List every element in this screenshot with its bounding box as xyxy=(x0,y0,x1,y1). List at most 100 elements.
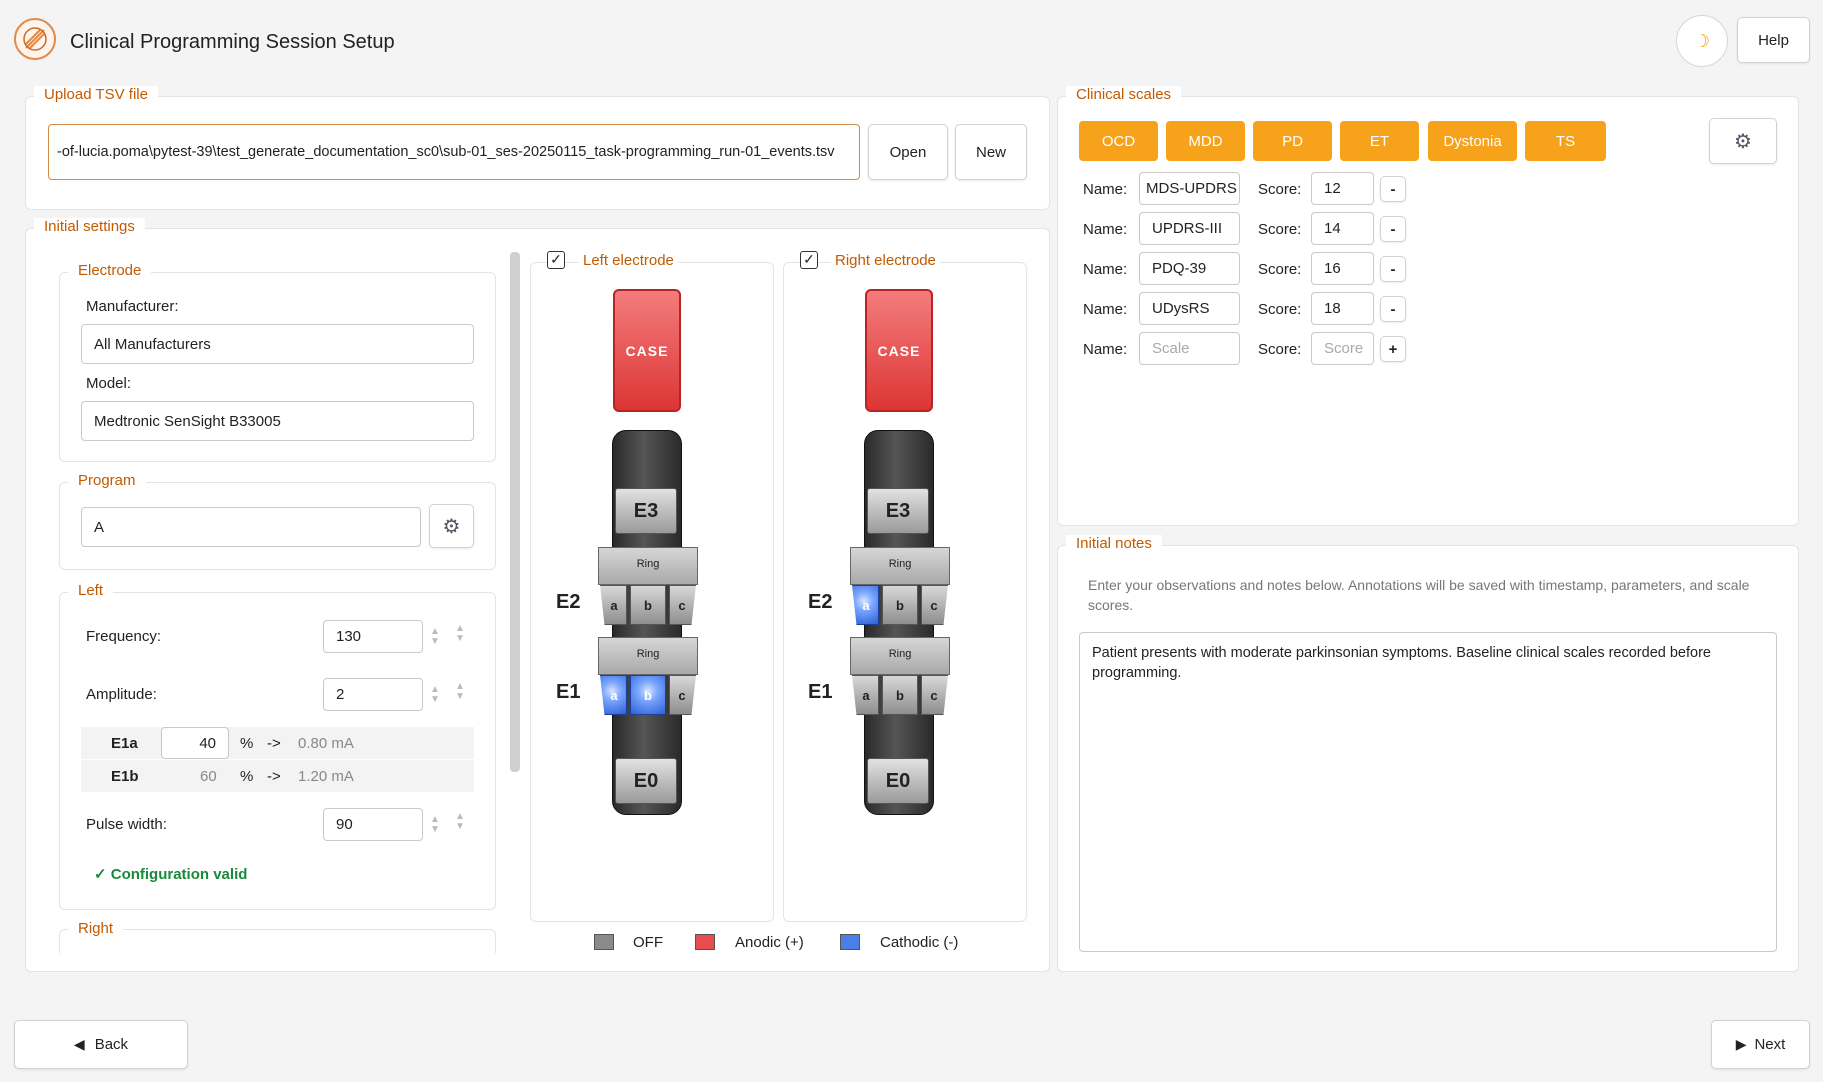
amplitude-label: Amplitude: xyxy=(86,686,157,703)
file-path-input[interactable]: -of-lucia.poma\pytest-39\test_generate_d… xyxy=(48,124,860,180)
scale-score-input[interactable]: 16 xyxy=(1311,252,1374,285)
amplitude-input[interactable]: 2 xyxy=(323,678,423,711)
add-scale-button[interactable]: + xyxy=(1380,336,1406,362)
scale-name-label: Name: xyxy=(1083,181,1128,198)
program-group-title: Program xyxy=(68,472,146,489)
notes-textarea[interactable]: Patient presents with moderate parkinson… xyxy=(1079,632,1777,952)
legend-anodic-swatch xyxy=(695,934,715,950)
right-contact-e3[interactable]: E3 xyxy=(867,488,929,534)
scale-score-input[interactable]: 14 xyxy=(1311,212,1374,245)
right-case-button[interactable]: CASE xyxy=(865,289,933,412)
scale-button-dystonia[interactable]: Dystonia xyxy=(1428,121,1517,161)
program-input[interactable]: A xyxy=(81,507,421,547)
scale-button-ocd[interactable]: OCD xyxy=(1079,121,1158,161)
scale-score-label: Score: xyxy=(1258,341,1302,358)
scale-score-label: Score: xyxy=(1258,221,1302,238)
frequency-input[interactable]: 130 xyxy=(323,620,423,653)
right-electrode-label: Right electrode xyxy=(831,252,940,269)
right-electrode-checkbox[interactable]: ✓ xyxy=(800,251,818,269)
back-button[interactable]: ◀ Back xyxy=(14,1020,188,1069)
legend-off-swatch xyxy=(594,934,614,950)
upload-section-title: Upload TSV file xyxy=(34,86,158,103)
new-scale-name-input[interactable]: Scale xyxy=(1139,332,1240,365)
scale-name-label: Name: xyxy=(1083,301,1128,318)
right-group-title: Right xyxy=(68,920,124,937)
back-label: Back xyxy=(94,1036,129,1053)
settings-scrollbar[interactable] xyxy=(510,252,520,772)
left-contact-e0[interactable]: E0 xyxy=(615,758,677,804)
amplitude-stepper[interactable]: ▲ ▼ xyxy=(430,685,440,705)
left-e2-b[interactable]: b xyxy=(630,585,666,625)
remove-scale-button[interactable]: - xyxy=(1380,296,1406,322)
electrode-group-title: Electrode xyxy=(68,262,152,279)
help-button[interactable]: Help xyxy=(1737,17,1810,63)
gear-icon: ⚙ xyxy=(1734,130,1752,153)
model-label: Model: xyxy=(86,375,132,392)
left-e1-label: E1 xyxy=(556,681,581,703)
left-e2-label: E2 xyxy=(556,591,581,613)
scale-name-input[interactable]: PDQ-39 xyxy=(1139,252,1240,285)
frequency-big-stepper[interactable]: ▲ ▼ xyxy=(455,624,465,644)
legend-cathodic-swatch xyxy=(840,934,860,950)
scale-score-label: Score: xyxy=(1258,181,1302,198)
scale-name-input[interactable]: MDS-UPDRS xyxy=(1139,172,1240,205)
left-electrode-checkbox[interactable]: ✓ xyxy=(547,251,565,269)
frequency-label: Frequency: xyxy=(86,628,162,645)
remove-scale-button[interactable]: - xyxy=(1380,256,1406,282)
scale-name-label: Name: xyxy=(1083,341,1128,358)
configuration-status: ✓ Configuration valid xyxy=(94,866,248,883)
remove-scale-button[interactable]: - xyxy=(1380,216,1406,242)
arrow-left-icon: ◀ xyxy=(73,1036,85,1052)
pulse-width-input[interactable]: 90 xyxy=(323,808,423,841)
scales-settings-button[interactable]: ⚙ xyxy=(1709,118,1777,164)
right-e2-b[interactable]: b xyxy=(882,585,918,625)
new-scale-score-input[interactable]: Score xyxy=(1311,332,1374,365)
moon-icon: ☽ xyxy=(1693,30,1711,51)
legend-cathodic-label: Cathodic (-) xyxy=(880,934,959,951)
right-group xyxy=(59,929,496,953)
right-e1-label: E1 xyxy=(808,681,833,703)
scale-name-input[interactable]: UDysRS xyxy=(1139,292,1240,325)
manufacturer-select[interactable]: All Manufacturers xyxy=(81,324,474,364)
percent-sign: % xyxy=(240,735,254,752)
contact-name: E1a xyxy=(111,735,138,752)
contact-percent-input[interactable]: 40 xyxy=(161,727,229,759)
left-contact-e3[interactable]: E3 xyxy=(615,488,677,534)
scale-button-pd[interactable]: PD xyxy=(1253,121,1332,161)
notes-title: Initial notes xyxy=(1066,535,1162,552)
arrow-text: -> xyxy=(267,735,281,752)
frequency-stepper[interactable]: ▲ ▼ xyxy=(430,627,440,647)
initial-settings-title: Initial settings xyxy=(34,218,145,235)
scale-name-label: Name: xyxy=(1083,221,1128,238)
left-e2-ring[interactable]: Ring xyxy=(598,547,698,585)
new-button[interactable]: New xyxy=(955,124,1027,180)
right-contact-e0[interactable]: E0 xyxy=(867,758,929,804)
scale-name-input[interactable]: UPDRS-III xyxy=(1139,212,1240,245)
scale-button-ts[interactable]: TS xyxy=(1525,121,1606,161)
left-e1-b[interactable]: b xyxy=(630,675,666,715)
right-e1-b[interactable]: b xyxy=(882,675,918,715)
program-settings-button[interactable]: ⚙ xyxy=(429,504,474,548)
open-button[interactable]: Open xyxy=(868,124,948,180)
scale-score-label: Score: xyxy=(1258,301,1302,318)
legend-off-label: OFF xyxy=(633,934,663,951)
contact-current: 0.80 mA xyxy=(298,735,354,752)
scale-button-et[interactable]: ET xyxy=(1340,121,1419,161)
model-select[interactable]: Medtronic SenSight B33005 xyxy=(81,401,474,441)
next-button[interactable]: ▶ Next xyxy=(1711,1020,1810,1069)
percent-sign: % xyxy=(240,768,254,785)
left-e1-ring[interactable]: Ring xyxy=(598,637,698,675)
right-e2-ring[interactable]: Ring xyxy=(850,547,950,585)
amplitude-big-stepper[interactable]: ▲ ▼ xyxy=(455,682,465,702)
scale-score-input[interactable]: 12 xyxy=(1311,172,1374,205)
remove-scale-button[interactable]: - xyxy=(1380,176,1406,202)
pulse-width-stepper[interactable]: ▲ ▼ xyxy=(430,815,440,835)
scale-score-input[interactable]: 18 xyxy=(1311,292,1374,325)
scale-button-mdd[interactable]: MDD xyxy=(1166,121,1245,161)
pulse-width-big-stepper[interactable]: ▲ ▼ xyxy=(455,812,465,832)
left-case-button[interactable]: CASE xyxy=(613,289,681,412)
right-e1-ring[interactable]: Ring xyxy=(850,637,950,675)
theme-toggle-button[interactable]: ☽ xyxy=(1676,15,1728,67)
app-logo xyxy=(14,18,56,60)
gear-icon: ⚙ xyxy=(442,515,461,538)
